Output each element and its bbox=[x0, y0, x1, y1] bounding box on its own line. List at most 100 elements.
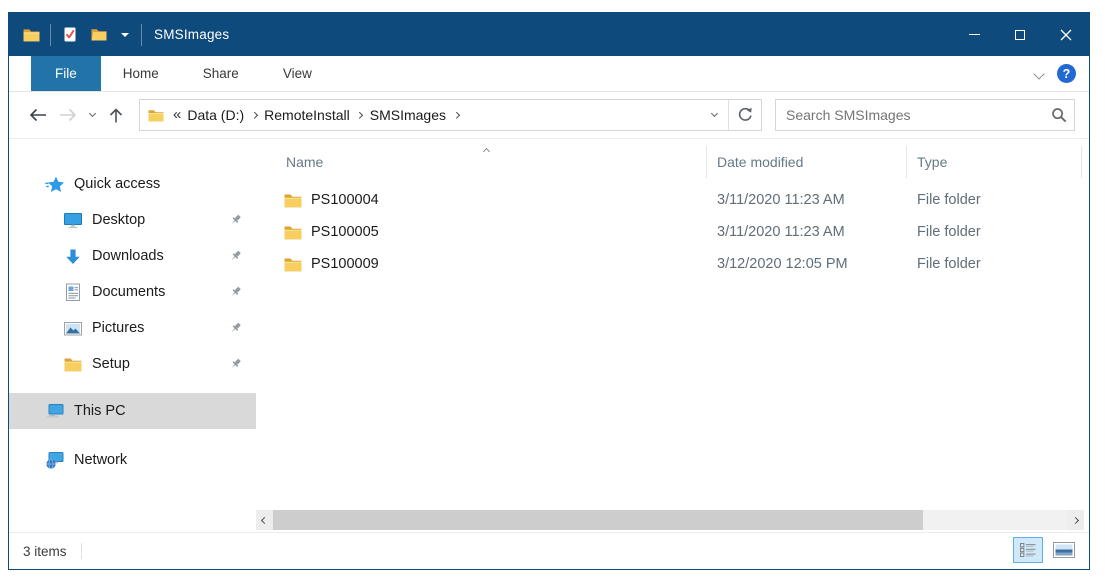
downloads-icon bbox=[63, 246, 83, 266]
tab-view[interactable]: View bbox=[261, 56, 334, 91]
sidebar-item-setup[interactable]: Setup bbox=[9, 346, 256, 382]
window-title: SMSImages bbox=[154, 27, 229, 42]
window-folder-icon[interactable] bbox=[21, 24, 41, 46]
sidebar-item-label: Setup bbox=[92, 356, 130, 372]
search-input[interactable] bbox=[776, 107, 1044, 123]
breadcrumb-segment[interactable]: RemoteInstall bbox=[262, 107, 352, 123]
forward-arrow-icon bbox=[58, 107, 78, 123]
pin-icon bbox=[229, 214, 242, 227]
forward-button[interactable] bbox=[53, 99, 83, 131]
file-name: PS100005 bbox=[311, 224, 379, 240]
this-pc-icon bbox=[45, 401, 65, 421]
folder-icon bbox=[284, 225, 302, 240]
maximize-icon bbox=[1015, 30, 1025, 40]
search-icon[interactable] bbox=[1044, 107, 1074, 123]
address-row: « Data (D:) RemoteInstall SMSImages bbox=[9, 92, 1089, 139]
pin-icon bbox=[229, 250, 242, 263]
items-count: 3 items bbox=[23, 544, 67, 559]
titlebar: SMSImages bbox=[9, 13, 1089, 56]
minimize-icon bbox=[969, 34, 980, 35]
up-arrow-icon bbox=[108, 107, 124, 124]
file-row[interactable]: PS100005 3/11/2020 11:23 AM File folder bbox=[256, 216, 1089, 248]
folder-icon bbox=[284, 257, 302, 272]
sidebar-item-label: Network bbox=[74, 452, 127, 468]
search-box[interactable] bbox=[775, 99, 1075, 131]
file-type: File folder bbox=[906, 192, 1081, 208]
breadcrumb-chevron-icon[interactable] bbox=[448, 100, 464, 130]
column-header-name[interactable]: Name bbox=[256, 154, 706, 170]
refresh-button[interactable] bbox=[729, 100, 761, 130]
status-separator bbox=[81, 543, 82, 559]
file-name: PS100004 bbox=[311, 192, 379, 208]
column-header-type[interactable]: Type bbox=[906, 146, 1081, 178]
status-bar: 3 items bbox=[9, 532, 1089, 569]
sidebar-item-pictures[interactable]: Pictures bbox=[9, 310, 256, 346]
collapse-ribbon-chevron-icon[interactable] bbox=[1035, 65, 1043, 83]
navigation-pane: Quick access Desktop Downloads bbox=[9, 139, 256, 532]
sort-ascending-icon bbox=[484, 141, 489, 157]
back-arrow-icon bbox=[28, 107, 48, 123]
large-icons-view-button[interactable] bbox=[1049, 537, 1079, 563]
pictures-icon bbox=[63, 318, 83, 338]
pin-icon bbox=[229, 286, 242, 299]
column-header-date-modified[interactable]: Date modified bbox=[706, 146, 906, 178]
file-row[interactable]: PS100004 3/11/2020 11:23 AM File folder bbox=[256, 184, 1089, 216]
titlebar-separator bbox=[141, 24, 142, 46]
tab-home[interactable]: Home bbox=[101, 56, 181, 91]
pin-icon bbox=[229, 358, 242, 371]
scroll-left-button[interactable] bbox=[256, 510, 273, 530]
tab-file[interactable]: File bbox=[31, 56, 101, 91]
file-type: File folder bbox=[906, 224, 1081, 240]
sidebar-item-label: This PC bbox=[74, 403, 126, 419]
address-dropdown-chevron-icon[interactable] bbox=[700, 100, 728, 130]
breadcrumb-overflow[interactable]: « bbox=[171, 106, 185, 125]
sidebar-item-documents[interactable]: Documents bbox=[9, 274, 256, 310]
close-button[interactable] bbox=[1043, 13, 1089, 56]
documents-icon bbox=[63, 282, 83, 302]
tab-share[interactable]: Share bbox=[181, 56, 261, 91]
checkmark-icon[interactable] bbox=[60, 24, 80, 46]
breadcrumb-chevron-icon[interactable] bbox=[246, 100, 262, 130]
sidebar-item-this-pc[interactable]: This PC bbox=[9, 393, 256, 429]
scrollbar-thumb[interactable] bbox=[273, 510, 923, 530]
maximize-button[interactable] bbox=[997, 13, 1043, 56]
address-bar[interactable]: « Data (D:) RemoteInstall SMSImages bbox=[139, 99, 762, 131]
file-name: PS100009 bbox=[311, 256, 379, 272]
folder-icon[interactable] bbox=[89, 24, 109, 46]
address-folder-icon bbox=[148, 109, 164, 122]
scroll-right-button[interactable] bbox=[1067, 510, 1084, 530]
sidebar-item-label: Downloads bbox=[92, 248, 164, 264]
column-headers: Name Date modified Type bbox=[256, 139, 1089, 184]
file-type: File folder bbox=[906, 256, 1081, 272]
folder-icon bbox=[63, 354, 83, 374]
folder-icon bbox=[284, 193, 302, 208]
help-button[interactable]: ? bbox=[1057, 64, 1076, 83]
close-icon bbox=[1060, 29, 1072, 41]
minimize-button[interactable] bbox=[951, 13, 997, 56]
file-date-modified: 3/12/2020 12:05 PM bbox=[706, 256, 906, 272]
sidebar-item-network[interactable]: Network bbox=[9, 442, 256, 478]
pin-icon bbox=[229, 322, 242, 335]
content-area: Quick access Desktop Downloads bbox=[9, 139, 1089, 532]
network-icon bbox=[45, 450, 65, 470]
file-date-modified: 3/11/2020 11:23 AM bbox=[706, 224, 906, 240]
breadcrumb-segment[interactable]: SMSImages bbox=[368, 107, 448, 123]
up-button[interactable] bbox=[101, 99, 131, 131]
horizontal-scrollbar[interactable] bbox=[256, 510, 1084, 530]
recent-locations-chevron-icon[interactable] bbox=[83, 99, 101, 131]
caret-down-icon[interactable] bbox=[118, 24, 132, 46]
desktop-icon bbox=[63, 210, 83, 230]
breadcrumb-chevron-icon[interactable] bbox=[352, 100, 368, 130]
back-button[interactable] bbox=[23, 99, 53, 131]
sidebar-item-label: Quick access bbox=[74, 176, 160, 192]
sidebar-item-desktop[interactable]: Desktop bbox=[9, 202, 256, 238]
details-view-button[interactable] bbox=[1013, 537, 1043, 563]
scrollbar-track[interactable] bbox=[273, 510, 1067, 530]
sidebar-item-quick-access[interactable]: Quick access bbox=[9, 166, 256, 202]
breadcrumb-segment[interactable]: Data (D:) bbox=[185, 107, 246, 123]
sidebar-item-downloads[interactable]: Downloads bbox=[9, 238, 256, 274]
file-explorer-window: SMSImages File Home Share View ? bbox=[8, 12, 1090, 570]
sidebar-item-label: Desktop bbox=[92, 212, 145, 228]
file-list-pane: Name Date modified Type PS100004 3/11/20… bbox=[256, 139, 1089, 532]
file-row[interactable]: PS100009 3/12/2020 12:05 PM File folder bbox=[256, 248, 1089, 280]
